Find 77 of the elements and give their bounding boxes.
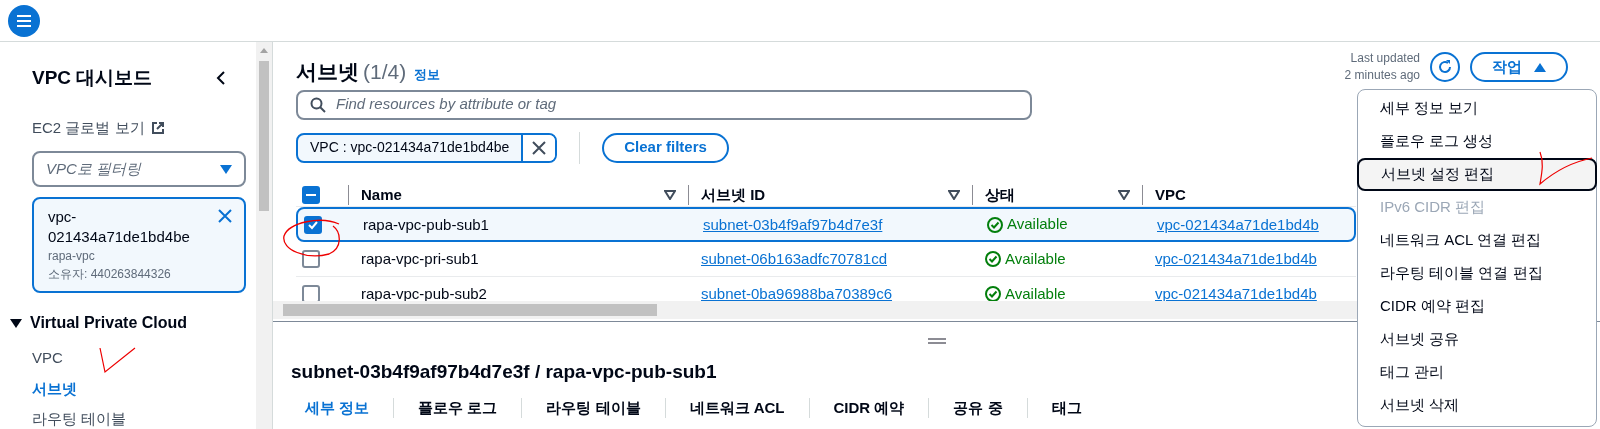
- nav-link[interactable]: 서브넷: [32, 377, 77, 400]
- page-title: 서브넷: [296, 59, 359, 85]
- menu-item[interactable]: 플로우 로그 생성: [1358, 125, 1596, 158]
- detail-title: subnet-03b4f9af97b4d7e3f / rapa-vpc-pub-sub1: [291, 360, 717, 384]
- vpc-owner: 소유자: 440263844326: [48, 266, 172, 283]
- menu-item[interactable]: 서브넷 공유: [1358, 323, 1596, 356]
- menu-item[interactable]: CIDR 예약 편집: [1358, 290, 1596, 323]
- remove-filter-button[interactable]: [521, 134, 556, 161]
- nav-link[interactable]: 라우팅 테이블: [32, 408, 127, 429]
- subnet-id-link[interactable]: subnet-03b4f9af97b4d7e3f: [703, 215, 883, 233]
- detail-tab[interactable]: 플로우 로그: [394, 396, 522, 419]
- status-check-icon: [985, 251, 1001, 267]
- status-check-icon: [987, 216, 1003, 233]
- menu-item[interactable]: 태그 관리: [1358, 356, 1596, 389]
- ec2-global-view-link[interactable]: EC2 글로벌 보기: [32, 116, 145, 139]
- select-all-checkbox[interactable]: [302, 185, 320, 204]
- info-link[interactable]: 정보: [414, 65, 441, 85]
- refresh-icon: [1437, 59, 1453, 75]
- status-text: Available: [1007, 214, 1068, 235]
- detail-tab[interactable]: 네트워크 ACL: [665, 396, 809, 419]
- sort-icon[interactable]: [1118, 189, 1130, 200]
- menu-item[interactable]: 서브넷 삭제: [1358, 389, 1596, 422]
- menu-item[interactable]: 서브넷 설정 편집: [1357, 158, 1597, 191]
- last-updated-text: 2 minutes ago: [1344, 67, 1420, 84]
- menu-item[interactable]: 라우팅 테이블 연결 편집: [1358, 257, 1596, 290]
- clear-filters-button[interactable]: Clear filters: [602, 132, 729, 163]
- vpc-id: vpc-021434a71de1bd4be: [48, 207, 191, 247]
- status-check-icon: [985, 286, 1001, 301]
- column-header[interactable]: 서브넷 ID: [701, 183, 766, 206]
- column-header[interactable]: Name: [361, 183, 402, 206]
- vpc-name: rapa-vpc: [48, 248, 96, 265]
- external-link-icon[interactable]: [150, 120, 165, 135]
- close-icon: [532, 140, 547, 155]
- close-icon[interactable]: [218, 209, 232, 223]
- actions-button[interactable]: 작업: [1470, 52, 1568, 82]
- vpc-link[interactable]: vpc-021434a71de1bd4b: [1155, 250, 1317, 267]
- refresh-button[interactable]: [1430, 52, 1460, 82]
- detail-tab[interactable]: 세부 정보: [305, 396, 394, 419]
- search-input[interactable]: Find resources by attribute or tag: [336, 93, 1018, 116]
- status-text: Available: [1005, 283, 1066, 301]
- table-cell: rapa-vpc-pub-sub1: [363, 215, 489, 233]
- status-text: Available: [1005, 248, 1066, 269]
- nav-link[interactable]: VPC: [32, 347, 63, 370]
- section-title: Virtual Private Cloud: [30, 313, 188, 333]
- collapse-icon[interactable]: [216, 70, 226, 87]
- vpc-link[interactable]: vpc-021434a71de1bd4b: [1157, 215, 1319, 233]
- detail-tab[interactable]: CIDR 예약: [809, 396, 929, 419]
- caret-down-icon: [220, 164, 232, 174]
- row-checkbox[interactable]: [302, 250, 320, 268]
- row-checkbox[interactable]: [302, 285, 320, 301]
- table-cell: rapa-vpc-pri-sub1: [361, 250, 479, 267]
- menu-icon[interactable]: [8, 4, 40, 37]
- sidebar-title: VPC 대시보드: [32, 66, 153, 90]
- vpc-filter-dropdown[interactable]: VPC로 필터링: [32, 151, 246, 187]
- subnet-id-link[interactable]: subnet-06b163adfc70781cd: [701, 250, 887, 267]
- table-row[interactable]: rapa-vpc-pri-sub1 subnet-06b163adfc70781cd Available vpc-021434a71de1bd4b: [296, 242, 1356, 277]
- caret-down-icon[interactable]: [10, 318, 22, 328]
- caret-up-icon: [1534, 62, 1546, 72]
- search-icon: [310, 96, 326, 113]
- column-header[interactable]: VPC: [1155, 183, 1186, 206]
- detail-tab[interactable]: 라우팅 테이블: [522, 396, 665, 419]
- handwritten-checkmark-drawing: [1538, 150, 1594, 186]
- sort-icon[interactable]: [664, 189, 676, 200]
- filter-token-text: VPC : vpc-021434a71de1bd4be: [309, 138, 511, 157]
- menu-item[interactable]: 네트워크 ACL 연결 편집: [1358, 224, 1596, 257]
- menu-item[interactable]: 세부 정보 보기: [1358, 92, 1596, 125]
- row-checkbox[interactable]: [304, 215, 322, 234]
- column-header[interactable]: 상태: [985, 183, 1015, 206]
- resize-handle-icon[interactable]: [927, 338, 946, 344]
- subnet-count: (1/4): [363, 59, 407, 85]
- last-updated-text: Last updated: [1350, 50, 1420, 67]
- table-row[interactable]: rapa-vpc-pub-sub1 subnet-03b4f9af97b4d7e3f Available vpc-021434a71de1bd4b: [296, 207, 1356, 242]
- search-field[interactable]: Find resources by attribute or tag: [296, 89, 1032, 120]
- detail-tab[interactable]: 공유 중: [929, 396, 1027, 419]
- detail-tab[interactable]: 태그: [1027, 396, 1106, 419]
- subnet-id-link[interactable]: subnet-0ba96988ba70389c6: [701, 285, 892, 301]
- sort-icon[interactable]: [948, 189, 960, 200]
